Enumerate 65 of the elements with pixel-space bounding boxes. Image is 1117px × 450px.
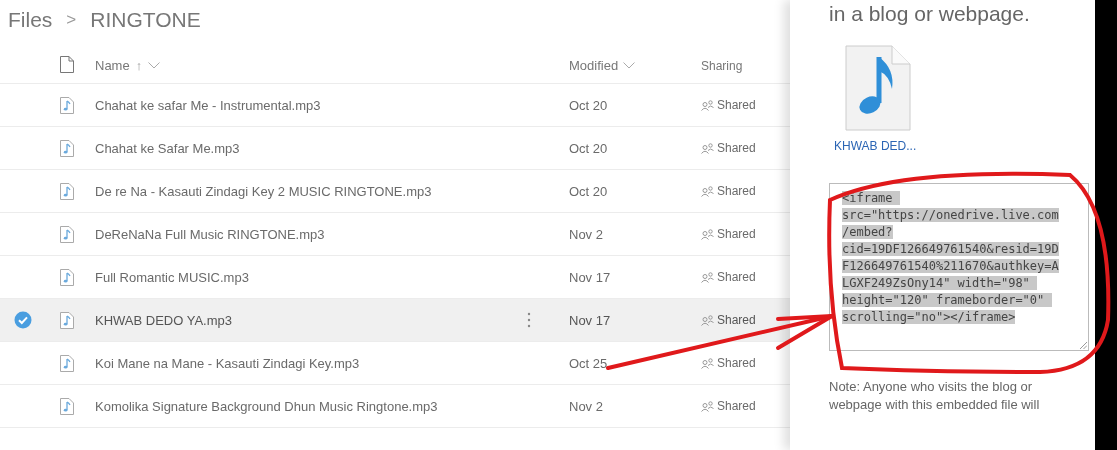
file-name[interactable]: Chahat ke safar Me - Instrumental.mp3 xyxy=(95,97,321,113)
sharing-status: Shared xyxy=(717,356,756,370)
music-file-icon xyxy=(60,311,74,329)
file-row[interactable]: KHWAB DEDO YA.mp3 Nov 17 Shared xyxy=(0,299,790,342)
checkmark-circle-icon[interactable] xyxy=(14,311,32,329)
sharing-column-header[interactable]: Sharing xyxy=(701,59,743,73)
modified-date: Nov 2 xyxy=(569,226,603,242)
music-file-icon xyxy=(845,45,911,131)
breadcrumb-link[interactable]: Files xyxy=(8,8,53,32)
sharing-status: Shared xyxy=(717,270,756,284)
sharing-status: Shared xyxy=(717,227,756,241)
people-icon xyxy=(701,185,714,197)
people-icon xyxy=(701,271,714,283)
people-icon xyxy=(701,357,714,369)
music-file-icon xyxy=(60,225,74,243)
sharing-status: Shared xyxy=(717,313,756,327)
name-column-header[interactable]: Name xyxy=(95,58,130,73)
people-icon xyxy=(701,400,714,412)
modified-date: Nov 17 xyxy=(569,269,611,285)
sharing-status: Shared xyxy=(717,184,756,198)
people-icon xyxy=(701,99,714,111)
music-file-icon xyxy=(60,397,74,415)
chevron-down-icon[interactable] xyxy=(623,62,636,69)
sharing-status: Shared xyxy=(717,98,756,112)
file-link[interactable]: KHWAB DED... xyxy=(834,139,917,153)
music-file-icon xyxy=(60,139,74,157)
file-row[interactable]: Chahat ke safar Me - Instrumental.mp3 Oct 20 Shared xyxy=(0,84,790,127)
embed-code-field[interactable]: <iframe src="https://onedrive.live.com /embed? cid=19DF126649761540&resid=19D F126649761540%211670&authkey=A LGXF249ZsOny14" width="98" height="120" frameborder="0" scrolling="no"></iframe> xyxy=(829,183,1089,351)
breadcrumb-separator: > xyxy=(66,10,77,30)
modified-date: Oct 20 xyxy=(569,183,608,199)
more-options-icon[interactable] xyxy=(527,312,531,328)
file-name[interactable]: Komolika Signature Background Dhun Music Ringtone.mp3 xyxy=(95,398,438,414)
file-row[interactable]: Koi Mane na Mane - Kasauti Zindagi Key.mp3 Oct 25 Shared xyxy=(0,342,790,385)
music-file-icon xyxy=(60,354,74,372)
panel-heading: in a blog or webpage. xyxy=(829,2,1030,26)
file-name[interactable]: DeReNaNa Full Music RINGTONE.mp3 xyxy=(95,226,325,242)
file-name[interactable]: Chahat ke Safar Me.mp3 xyxy=(95,140,240,156)
file-name[interactable]: De re Na - Kasauti Zindagi Key 2 MUSIC RINGTONE.mp3 xyxy=(95,183,432,199)
file-row[interactable]: DeReNaNa Full Music RINGTONE.mp3 Nov 2 Shared xyxy=(0,213,790,256)
file-row[interactable]: Komolika Signature Background Dhun Music Ringtone.mp3 Nov 2 Shared xyxy=(0,385,790,428)
file-name[interactable]: Full Romantic MUSIC.mp3 xyxy=(95,269,249,285)
modified-date: Oct 20 xyxy=(569,97,608,113)
sharing-status: Shared xyxy=(717,141,756,155)
chevron-down-icon[interactable] xyxy=(148,62,161,69)
people-icon xyxy=(701,314,714,326)
music-file-icon xyxy=(60,96,74,114)
file-type-icon xyxy=(60,56,74,73)
resize-grip-icon[interactable] xyxy=(1080,342,1087,349)
sharing-status: Shared xyxy=(717,399,756,413)
music-file-icon xyxy=(60,268,74,286)
file-name[interactable]: KHWAB DEDO YA.mp3 xyxy=(95,312,232,328)
file-row[interactable]: De re Na - Kasauti Zindagi Key 2 MUSIC RINGTONE.mp3 Oct 20 Shared xyxy=(0,170,790,213)
breadcrumb-link[interactable]: RINGTONE xyxy=(90,8,201,32)
note-text: Note: Anyone who visits the blog or webpage with this embedded file will xyxy=(829,378,1041,414)
file-name[interactable]: Koi Mane na Mane - Kasauti Zindagi Key.mp3 xyxy=(95,355,360,371)
modified-date: Nov 17 xyxy=(569,312,611,328)
music-file-icon xyxy=(60,182,74,200)
modified-date: Nov 2 xyxy=(569,398,603,414)
modified-column-header[interactable]: Modified xyxy=(569,58,619,73)
modified-date: Oct 20 xyxy=(569,140,608,156)
modified-date: Oct 25 xyxy=(569,355,608,371)
people-icon xyxy=(701,228,714,240)
sort-arrow: ↑ xyxy=(135,58,143,73)
file-row[interactable]: Chahat ke Safar Me.mp3 Oct 20 Shared xyxy=(0,127,790,170)
people-icon xyxy=(701,142,714,154)
